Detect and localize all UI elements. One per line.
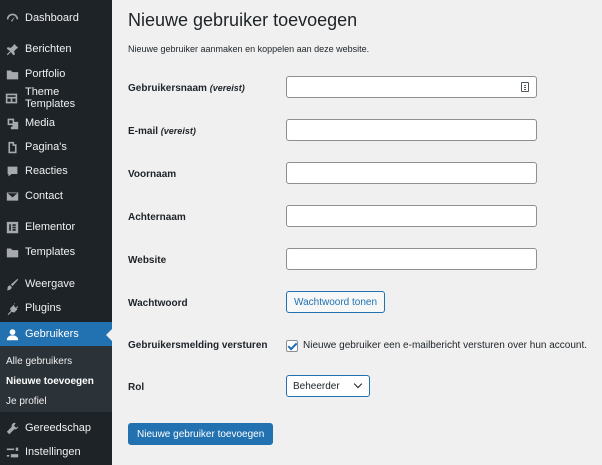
lastname-label: Achternaam	[128, 212, 186, 223]
notify-checkbox[interactable]	[286, 340, 298, 352]
sidebar-item-label: Pagina's	[25, 141, 67, 153]
submenu-item-add-new[interactable]: Nieuwe toevoegen	[6, 376, 94, 387]
username-field[interactable]	[286, 76, 537, 98]
sidebar-item-instellingen[interactable]: Instellingen	[0, 440, 112, 464]
sidebar-item-label: Reacties	[25, 165, 68, 177]
sidebar-item-label: Gebruikers	[25, 328, 79, 340]
table-icon	[5, 91, 19, 105]
sidebar-item-elementor[interactable]: Elementor	[0, 215, 112, 239]
plug-icon	[5, 301, 19, 315]
sidebar-item-label: Berichten	[25, 43, 72, 55]
sidebar-item-label: Templates	[25, 246, 76, 258]
submenu-item-profile[interactable]: Je profiel	[6, 396, 47, 407]
notify-label: Gebruikersmelding versturen	[128, 340, 268, 351]
required-marker: (vereist)	[209, 83, 245, 93]
role-select-value: Beheerder	[293, 380, 340, 392]
sidebar-item-portfolio[interactable]: Portfolio	[0, 62, 112, 86]
role-label: Rol	[128, 382, 145, 393]
dashboard-icon	[5, 11, 19, 25]
sidebar-item-label: Theme Templates	[24, 86, 76, 110]
pushpin-icon	[5, 42, 19, 56]
pages-icon	[5, 140, 19, 154]
chevron-down-icon	[353, 379, 363, 389]
folder-icon	[5, 67, 19, 81]
password-label: Wachtwoord	[128, 298, 188, 309]
sidebar-item-media[interactable]: Media	[0, 111, 112, 135]
sidebar-item-plugins[interactable]: Plugins	[0, 296, 112, 320]
required-marker: (vereist)	[160, 126, 196, 136]
password-manager-icon[interactable]	[521, 82, 529, 92]
sidebar-item-contact[interactable]: Contact	[0, 184, 112, 208]
sidebar-item-gebruikers[interactable]: Gebruikers	[0, 322, 112, 346]
settings-icon	[5, 445, 19, 459]
show-password-button[interactable]: Wachtwoord tonen	[286, 291, 386, 313]
sidebar-item-dashboard[interactable]: Dashboard	[0, 6, 112, 30]
admin-sidebar: Dashboard Berichten Portfolio Theme Temp…	[0, 0, 112, 465]
username-label: Gebruikersnaam (vereist)	[128, 83, 245, 94]
page-title: Nieuwe gebruiker toevoegen	[128, 10, 358, 30]
sidebar-item-label: Plugins	[25, 302, 62, 314]
submenu-item-all-users[interactable]: Alle gebruikers	[6, 356, 72, 367]
sidebar-item-label: Contact	[25, 190, 63, 202]
comment-icon	[5, 164, 19, 178]
page-description: Nieuwe gebruiker aanmaken en koppelen aa…	[128, 44, 370, 54]
media-icon	[5, 116, 19, 130]
lastname-field[interactable]	[286, 205, 537, 227]
email-field[interactable]	[286, 119, 537, 141]
sidebar-item-label: Weergave	[25, 278, 75, 290]
sidebar-item-theme-templates[interactable]: Theme Templates	[0, 86, 112, 110]
sidebar-item-berichten[interactable]: Berichten	[0, 37, 112, 61]
elementor-icon	[5, 220, 19, 234]
sidebar-item-reacties[interactable]: Reacties	[0, 159, 112, 183]
email-label-text: E-mail	[128, 126, 159, 137]
wrench-icon	[5, 421, 19, 435]
users-submenu: Alle gebruikers Nieuwe toevoegen Je prof…	[0, 346, 112, 412]
sidebar-item-label: Instellingen	[25, 446, 81, 458]
sidebar-item-label: Media	[25, 117, 55, 129]
main-content: Nieuwe gebruiker toevoegen Nieuwe gebrui…	[112, 0, 602, 465]
firstname-label: Voornaam	[128, 169, 177, 180]
firstname-field[interactable]	[286, 162, 537, 184]
brush-icon	[5, 277, 19, 291]
username-label-text: Gebruikersnaam	[128, 83, 207, 94]
email-label: E-mail (vereist)	[128, 126, 196, 137]
website-field[interactable]	[286, 248, 537, 270]
sidebar-item-label: Gereedschap	[25, 422, 92, 434]
role-select[interactable]: Beheerder	[286, 375, 370, 397]
sidebar-item-paginas[interactable]: Pagina's	[0, 135, 112, 159]
website-label: Website	[128, 255, 167, 266]
notify-checkbox-label[interactable]: Nieuwe gebruiker een e-mailbericht verst…	[303, 340, 587, 351]
sidebar-item-label: Elementor	[25, 221, 76, 233]
sidebar-item-label: Dashboard	[25, 12, 79, 24]
sidebar-item-label: Portfolio	[25, 68, 66, 80]
user-icon	[5, 327, 19, 341]
add-user-button[interactable]: Nieuwe gebruiker toevoegen	[128, 423, 274, 445]
mail-icon	[5, 189, 19, 203]
sidebar-item-templates[interactable]: Templates	[0, 240, 112, 264]
sidebar-item-gereedschap[interactable]: Gereedschap	[0, 416, 112, 440]
folder-icon	[5, 245, 19, 259]
sidebar-item-weergave[interactable]: Weergave	[0, 272, 112, 296]
